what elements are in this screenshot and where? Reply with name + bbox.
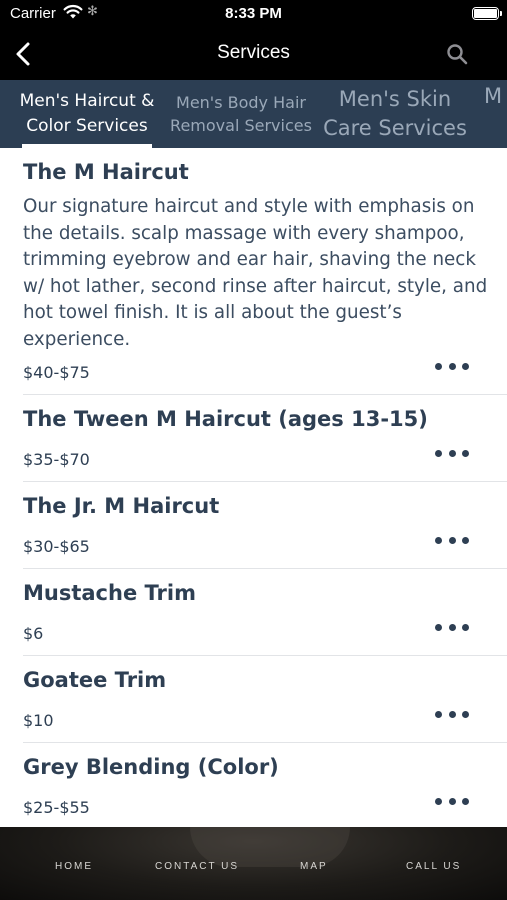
service-price: $30-$65 <box>23 537 90 556</box>
service-name: The Jr. M Haircut <box>23 494 220 518</box>
service-price: $25-$55 <box>23 798 90 817</box>
list-item[interactable]: Grey Blending (Color) $25-$55 <box>0 743 507 827</box>
tab-label-line1: Men's Skin <box>338 87 452 111</box>
list-item[interactable]: The M Haircut Our signature haircut and … <box>0 148 507 395</box>
footer-link-contact[interactable]: CONTACT US <box>155 861 239 872</box>
footer-link-call[interactable]: CALL US <box>406 861 461 872</box>
service-name: Goatee Trim <box>23 668 167 692</box>
battery-icon <box>472 7 502 20</box>
service-price: $10 <box>23 711 54 730</box>
footer-nav: HOME CONTACT US MAP CALL US <box>0 827 507 900</box>
services-list: The M Haircut Our signature haircut and … <box>0 148 507 827</box>
service-price: $40-$75 <box>23 363 90 382</box>
service-name: Grey Blending (Color) <box>23 755 279 779</box>
category-tabs: Men's Haircut & Color Services Men's Body… <box>0 80 507 148</box>
tab-label-line2: Color Services <box>26 116 148 136</box>
tab-label-line1: Men's Haircut & <box>19 91 155 111</box>
status-bar: Carrier ✻ 8:33 PM <box>0 0 507 28</box>
tab-label-line1: M <box>484 84 503 108</box>
more-options-icon[interactable] <box>435 708 469 720</box>
service-price: $35-$70 <box>23 450 90 469</box>
tab-label-line1: Men's Body Hair <box>176 93 306 112</box>
more-options-icon[interactable] <box>435 360 469 372</box>
footer-link-home[interactable]: HOME <box>55 861 93 872</box>
service-description: Our signature haircut and style with emp… <box>23 196 488 350</box>
footer-link-map[interactable]: MAP <box>300 861 328 872</box>
list-item[interactable]: The Tween M Haircut (ages 13-15) $35-$70 <box>0 395 507 482</box>
service-name: The M Haircut <box>23 160 189 184</box>
tab-label-line2: Care Services <box>323 116 467 140</box>
list-item[interactable]: The Jr. M Haircut $30-$65 <box>0 482 507 569</box>
more-options-icon[interactable] <box>435 621 469 633</box>
list-item[interactable]: Goatee Trim $10 <box>0 656 507 743</box>
status-time: 8:33 PM <box>225 5 282 22</box>
more-options-icon[interactable] <box>435 795 469 807</box>
more-options-icon[interactable] <box>435 534 469 546</box>
tab-mens-body-hair-removal[interactable]: Men's Body Hair Removal Services <box>168 80 314 148</box>
tab-partial-next[interactable]: M <box>484 80 507 148</box>
more-options-icon[interactable] <box>435 447 469 459</box>
nav-bar: Services <box>0 28 507 80</box>
tab-mens-haircut-color[interactable]: Men's Haircut & Color Services <box>10 80 164 148</box>
service-name: The Tween M Haircut (ages 13-15) <box>23 407 428 431</box>
tab-mens-skin-care[interactable]: Men's Skin Care Services <box>322 80 468 148</box>
service-price: $6 <box>23 624 44 643</box>
page-title: Services <box>217 42 290 63</box>
service-name: Mustache Trim <box>23 581 196 605</box>
list-item[interactable]: Mustache Trim $6 <box>0 569 507 656</box>
tab-label-line2: Removal Services <box>170 116 312 135</box>
search-icon[interactable] <box>445 42 469 66</box>
